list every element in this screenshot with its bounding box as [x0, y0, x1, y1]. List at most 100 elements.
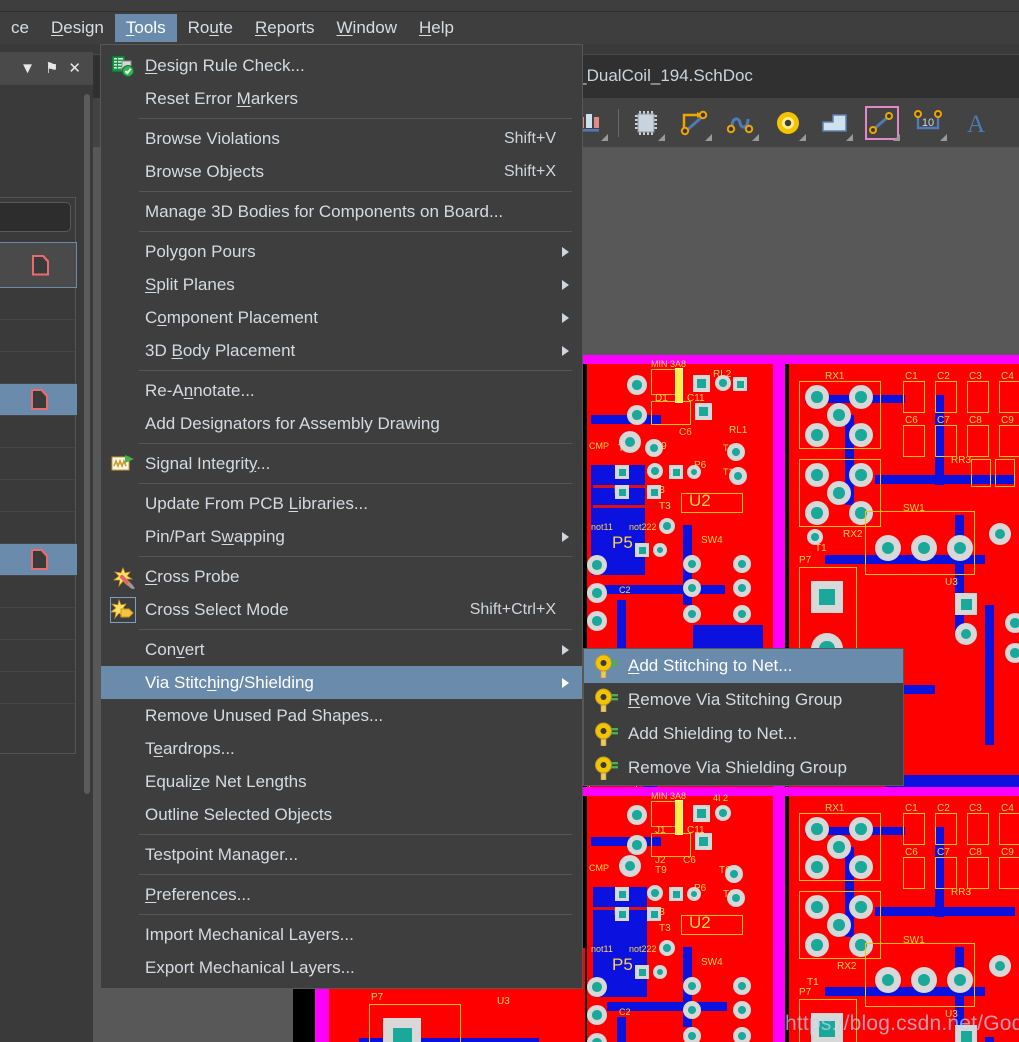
list-item[interactable]	[0, 544, 77, 576]
submenu-item-remove-via-stitching-group[interactable]: Remove Via Stitching Group	[584, 683, 903, 717]
dropdown-caret-icon[interactable]	[752, 134, 759, 141]
submenu-item-add-stitching-to-net[interactable]: Add Stitching to Net...	[584, 649, 903, 683]
place-dimension-icon[interactable]: 10	[910, 104, 948, 142]
list-item[interactable]	[0, 416, 77, 448]
menu-item-signal-integrity[interactable]: Signal Integrity...	[101, 447, 582, 480]
menu-item-browse-violations[interactable]: Browse Violations Shift+V	[101, 122, 582, 155]
menu-item-label: Pin/Part Swapping	[145, 526, 285, 546]
interactive-routing-icon[interactable]	[675, 104, 713, 142]
menu-item-label: Remove Unused Pad Shapes...	[145, 705, 384, 725]
menubar-item-reports[interactable]: Reports	[244, 14, 326, 42]
menu-item-label: Update From PCB Libraries...	[145, 493, 368, 513]
menu-item-3d-body-placement[interactable]: 3D Body Placement	[101, 334, 582, 367]
menu-item-label: Manage 3D Bodies for Components on Board…	[145, 201, 504, 221]
list-item[interactable]: cb	[0, 320, 77, 352]
menu-item-remove-unused-pad-shapes[interactable]: Remove Unused Pad Shapes...	[101, 699, 582, 732]
menubar-item-route[interactable]: Route	[177, 14, 244, 42]
menubar-item-window[interactable]: Window	[326, 14, 408, 42]
submenu-arrow-icon	[562, 279, 569, 290]
dropdown-caret-icon[interactable]	[601, 134, 608, 141]
menu-item-label: Outline Selected Objects	[145, 804, 333, 824]
place-polygon-icon[interactable]	[816, 104, 854, 142]
list-item[interactable]	[0, 512, 77, 544]
tab-document[interactable]: M_DualCoil_194.SchDoc	[563, 66, 753, 86]
menu-item-label: Re-Annotate...	[145, 380, 255, 400]
menu-item-label: Convert	[145, 639, 205, 659]
dropdown-caret-icon[interactable]	[893, 134, 900, 141]
list-item[interactable]: hD	[0, 672, 77, 704]
menubar-item-help[interactable]: Help	[408, 14, 465, 42]
list-item[interactable]: Nc	[0, 608, 77, 640]
submenu-item-label: Remove Via Shielding Group	[628, 758, 847, 777]
list-item[interactable]	[0, 480, 77, 512]
menu-item-reset-error-markers[interactable]: Reset Error Markers	[101, 82, 582, 115]
submenu-arrow-icon	[562, 531, 569, 542]
differential-pair-route-icon[interactable]	[722, 104, 760, 142]
menu-item-via-stitching-shielding[interactable]: Via Stitching/Shielding	[101, 666, 582, 699]
list-item[interactable]: hD	[0, 352, 77, 384]
menu-item-label: Export Mechanical Layers...	[145, 957, 355, 977]
dropdown-caret-icon[interactable]	[940, 134, 947, 141]
component-chip-icon[interactable]	[628, 104, 666, 142]
place-via-icon[interactable]	[769, 104, 807, 142]
submenu-item-label: Remove Via Stitching Group	[628, 690, 843, 709]
dropdown-caret-icon[interactable]	[846, 134, 853, 141]
menu-item-equalize-net-lengths[interactable]: Equalize Net Lengths	[101, 765, 582, 798]
menu-item-teardrops[interactable]: Teardrops...	[101, 732, 582, 765]
component-outline	[651, 401, 691, 425]
tools-dropdown-menu: Design Rule Check... Reset Error Markers…	[100, 44, 583, 989]
menu-item-split-planes[interactable]: Split Planes	[101, 268, 582, 301]
menu-bar: ce Design Tools Route Reports Window Hel…	[0, 12, 1019, 44]
close-icon[interactable]: ✕	[68, 61, 81, 76]
menu-separator	[139, 834, 572, 835]
search-input[interactable]	[0, 202, 71, 232]
place-text-icon[interactable]: A	[957, 104, 995, 142]
menu-item-design-rule-check[interactable]: Design Rule Check...	[101, 49, 582, 82]
dock-scrollbar[interactable]	[84, 94, 90, 794]
menu-item-update-from-pcb-libraries[interactable]: Update From PCB Libraries...	[101, 487, 582, 520]
submenu-item-add-shielding-to-net[interactable]: Add Shielding to Net...	[584, 717, 903, 751]
place-line-icon[interactable]	[863, 104, 901, 142]
dropdown-icon[interactable]: ▼	[20, 61, 35, 76]
list-item[interactable]	[0, 242, 77, 288]
list-item[interactable]: cb	[0, 576, 77, 608]
menu-item-cross-probe[interactable]: Cross Probe	[101, 560, 582, 593]
menu-item-testpoint-manager[interactable]: Testpoint Manager...	[101, 838, 582, 871]
via-icon	[594, 688, 618, 713]
menu-item-preferences[interactable]: Preferences...	[101, 878, 582, 911]
submenu-item-label: Add Shielding to Net...	[628, 724, 798, 743]
menu-item-outline-selected-objects[interactable]: Outline Selected Objects	[101, 798, 582, 831]
dropdown-caret-icon[interactable]	[705, 134, 712, 141]
menu-item-label: Cross Select Mode	[145, 599, 289, 619]
menu-separator	[139, 191, 572, 192]
menubar-item-ce[interactable]: ce	[0, 14, 40, 42]
list-item[interactable]	[0, 288, 77, 320]
menu-item-label: Equalize Net Lengths	[145, 771, 307, 791]
list-item[interactable]	[0, 384, 77, 416]
menu-item-export-mechanical-layers[interactable]: Export Mechanical Layers...	[101, 951, 582, 984]
pin-icon[interactable]: ⚑	[45, 61, 58, 76]
menu-item-re-annotate[interactable]: Re-Annotate...	[101, 374, 582, 407]
menu-item-label: Component Placement	[145, 307, 318, 327]
menu-item-add-designators[interactable]: Add Designators for Assembly Drawing	[101, 407, 582, 440]
submenu-item-remove-via-shielding-group[interactable]: Remove Via Shielding Group	[584, 751, 903, 785]
menu-item-cross-select-mode[interactable]: Cross Select Mode Shift+Ctrl+X	[101, 593, 582, 626]
menu-item-convert[interactable]: Convert	[101, 633, 582, 666]
signal-integrity-icon	[111, 452, 135, 476]
menu-item-polygon-pours[interactable]: Polygon Pours	[101, 235, 582, 268]
menubar-item-design[interactable]: Design	[40, 14, 115, 42]
menu-item-manage-3d-bodies[interactable]: Manage 3D Bodies for Components on Board…	[101, 195, 582, 228]
left-dock-panel: ▼ ⚑ ✕ cb hD	[0, 44, 93, 1042]
menu-item-component-placement[interactable]: Component Placement	[101, 301, 582, 334]
via-icon	[594, 756, 618, 781]
menu-item-pin-part-swapping[interactable]: Pin/Part Swapping	[101, 520, 582, 553]
submenu-arrow-icon	[562, 345, 569, 356]
list-item[interactable]	[0, 448, 77, 480]
menubar-item-tools[interactable]: Tools	[114, 14, 177, 42]
menu-separator	[139, 483, 572, 484]
menu-item-import-mechanical-layers[interactable]: Import Mechanical Layers...	[101, 918, 582, 951]
dropdown-caret-icon[interactable]	[658, 134, 665, 141]
list-item[interactable]: N	[0, 640, 77, 672]
menu-item-browse-objects[interactable]: Browse Objects Shift+X	[101, 155, 582, 188]
dropdown-caret-icon[interactable]	[799, 134, 806, 141]
